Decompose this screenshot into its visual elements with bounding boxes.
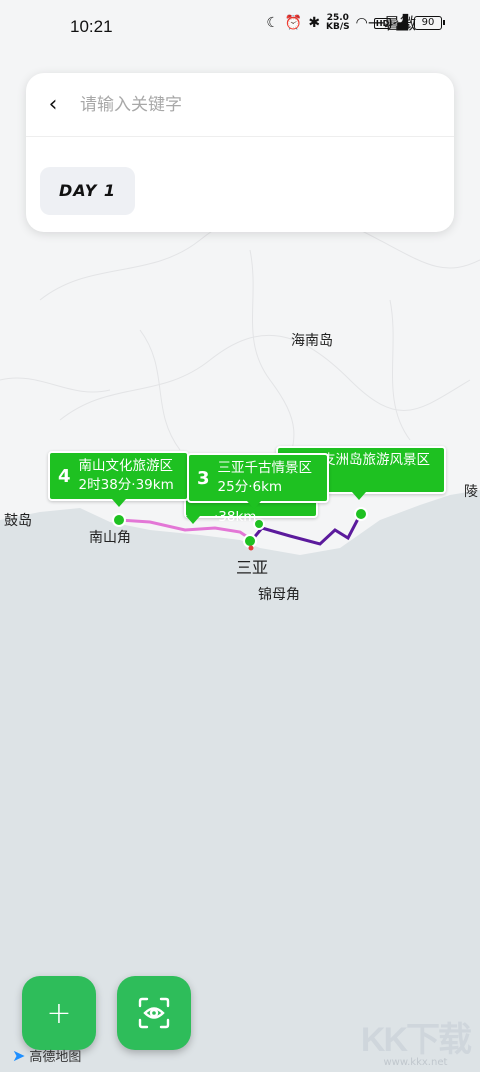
stop-pin-1 xyxy=(354,507,368,521)
stop-callout-3[interactable]: 3 三亚千古情景区 25分·6km xyxy=(187,453,329,509)
map-label-nanshanjiao: 南山角 xyxy=(89,530,131,546)
alarm-icon: ⏰ xyxy=(284,15,303,31)
map-label-sanya: 三亚 xyxy=(236,558,269,577)
bluetooth-icon: ✱ xyxy=(308,15,321,31)
network-speed-unit: KB/S xyxy=(326,22,350,32)
status-bar: 10:21 一暑微 ☾ ⏰ ✱ 25.0 KB/S ◠ HD ▟ 90 xyxy=(0,0,480,56)
stop-callout-4[interactable]: 4 南山文化旅游区 2时38分·39km xyxy=(48,451,189,507)
search-row: ‹ xyxy=(26,73,454,137)
signal-icon: ▟ xyxy=(397,15,408,31)
moon-icon: ☾ xyxy=(266,15,279,31)
network-speed: 25.0 KB/S xyxy=(326,14,350,32)
map-label-ling: 陵 xyxy=(464,484,478,500)
map-label-gudao: 鼓岛 xyxy=(4,513,32,529)
stop-3-number: 3 xyxy=(197,467,210,489)
plus-icon: + xyxy=(46,995,72,1031)
brand-label: 高德地图 xyxy=(29,1050,82,1065)
stop-3-name: 三亚千古情景区 xyxy=(217,460,313,476)
city-dot-sanya xyxy=(248,545,254,551)
stop-4-name: 南山文化旅游区 xyxy=(78,458,174,474)
status-time: 10:21 xyxy=(70,17,113,36)
search-card: ‹ DAY 1 xyxy=(26,73,454,232)
day-chip[interactable]: DAY 1 xyxy=(40,167,135,215)
stop-pin-3 xyxy=(243,534,257,548)
stop-3-info: 25分·6km xyxy=(217,479,283,495)
view-route-button[interactable] xyxy=(117,976,191,1050)
map-label-hainan: 海南岛 xyxy=(291,333,333,349)
stop-4-info: 2时38分·39km xyxy=(78,477,174,493)
wifi-icon: ◠ xyxy=(355,15,368,31)
battery-icon: 90 xyxy=(414,16,445,30)
search-input[interactable] xyxy=(80,94,410,115)
add-stop-button[interactable]: + xyxy=(22,976,96,1050)
map-label-jinmujiao: 锦母角 xyxy=(258,587,300,603)
stop-4-number: 4 xyxy=(58,465,71,487)
map-brand: ➤ 高德地图 xyxy=(12,1046,81,1065)
stop-pin-4 xyxy=(112,513,126,527)
scan-eye-icon xyxy=(138,997,170,1029)
back-arrow-icon[interactable]: ‹ xyxy=(26,92,80,117)
stop-1-name: 支洲岛旅游风景区 xyxy=(322,452,430,468)
amap-logo-icon: ➤ xyxy=(12,1046,26,1065)
watermark: KK下载 www.kkx.net xyxy=(360,1012,472,1068)
hd-icon: HD xyxy=(373,17,392,29)
watermark-logo: KK下载 xyxy=(360,1021,472,1059)
